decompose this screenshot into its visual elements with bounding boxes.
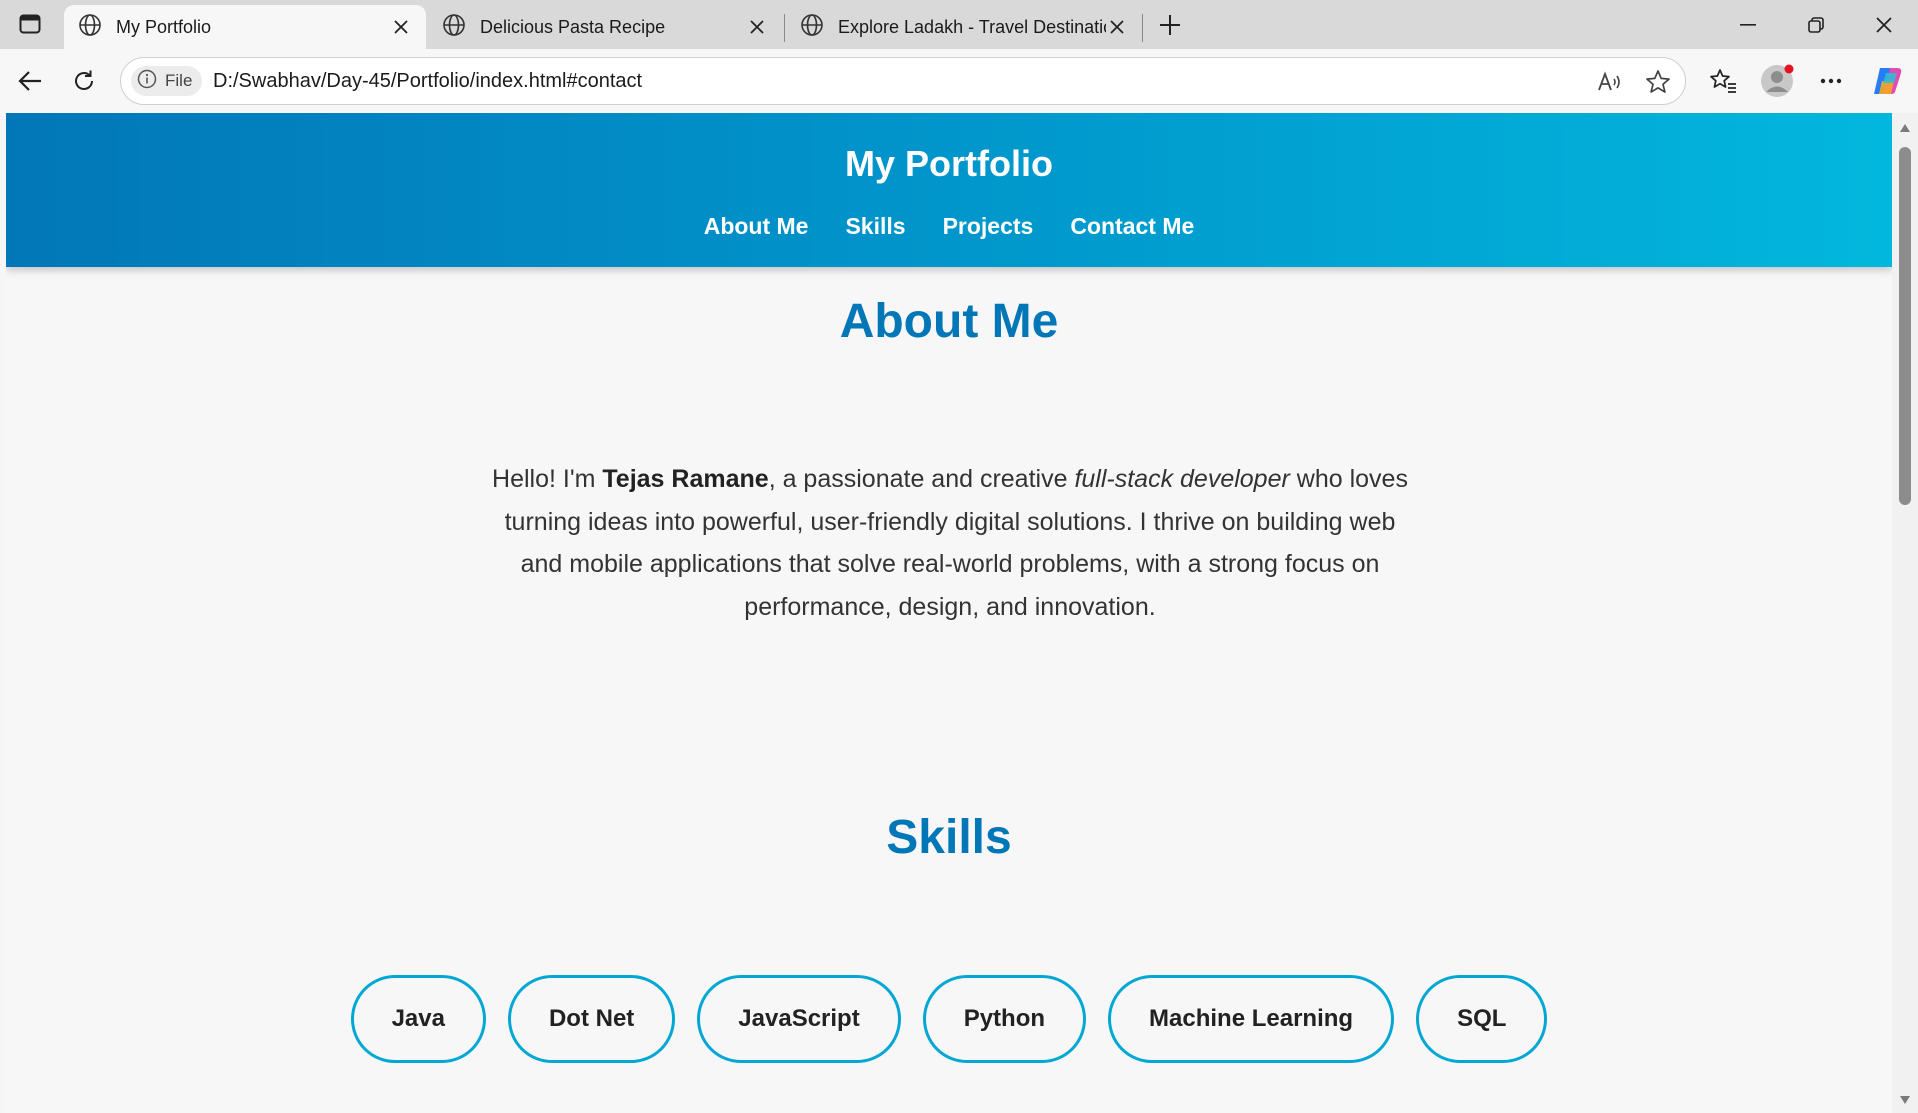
scroll-thumb[interactable] <box>1899 147 1911 505</box>
minimize-icon[interactable] <box>1728 10 1768 40</box>
profile-avatar[interactable] <box>1757 61 1797 101</box>
site-title: My Portfolio <box>845 143 1053 184</box>
refresh-icon[interactable] <box>66 63 102 99</box>
page-viewport: My Portfolio About Me Skills Projects Co… <box>6 113 1892 1113</box>
skill-pill: Java <box>350 975 486 1063</box>
about-intro: Hello! I'm <box>492 465 603 493</box>
page-scrollbar[interactable] <box>1892 113 1918 1113</box>
tab-explore-ladakh[interactable]: Explore Ladakh - Travel Destinatio <box>786 5 1142 49</box>
close-window-icon[interactable] <box>1864 10 1904 40</box>
nav-link-contact[interactable]: Contact Me <box>1070 213 1194 240</box>
skill-pill: JavaScript <box>697 975 901 1063</box>
skills-heading: Skills <box>886 811 1012 864</box>
tab-title: Delicious Pasta Recipe <box>480 16 666 37</box>
tab-actions-icon[interactable] <box>14 11 46 37</box>
skill-pill: Python <box>922 975 1087 1063</box>
close-icon[interactable] <box>390 16 412 38</box>
copilot-icon[interactable] <box>1867 61 1907 101</box>
nav-link-skills[interactable]: Skills <box>845 213 905 240</box>
globe-icon <box>442 13 466 42</box>
favorite-star-icon[interactable] <box>1643 68 1673 96</box>
tab-pasta-recipe[interactable]: Delicious Pasta Recipe <box>428 5 782 49</box>
skill-pill: Machine Learning <box>1108 975 1395 1063</box>
new-tab-icon[interactable] <box>1155 10 1185 40</box>
close-icon[interactable] <box>1106 16 1128 38</box>
skill-pill: SQL <box>1416 975 1548 1063</box>
tab-title: Explore Ladakh - Travel Destinatio <box>838 16 1106 37</box>
about-paragraph: Hello! I'm Tejas Ramane, a passionate an… <box>490 458 1410 628</box>
tab-my-portfolio[interactable]: My Portfolio <box>64 5 426 49</box>
tab-title: My Portfolio <box>116 16 212 37</box>
back-arrow-icon[interactable] <box>12 63 48 99</box>
about-name: Tejas Ramane <box>602 465 769 493</box>
close-icon[interactable] <box>746 16 768 38</box>
skills-list: Java Dot Net JavaScript Python Machine L… <box>6 975 1892 1063</box>
globe-icon <box>78 13 102 42</box>
globe-icon <box>800 13 824 42</box>
scroll-up-arrow-icon[interactable] <box>1898 121 1912 135</box>
browser-toolbar: File D:/Swabhav/Day-45/Portfolio/index.h… <box>0 49 1918 113</box>
site-info-chip[interactable]: File <box>131 66 203 96</box>
favorites-icon[interactable] <box>1703 61 1743 101</box>
tab-separator <box>1142 14 1143 42</box>
site-nav: About Me Skills Projects Contact Me <box>6 213 1892 240</box>
url-text[interactable]: D:/Swabhav/Day-45/Portfolio/index.html#c… <box>213 70 642 93</box>
restore-icon[interactable] <box>1796 10 1836 40</box>
info-icon <box>137 69 157 94</box>
read-aloud-icon[interactable] <box>1595 68 1625 96</box>
about-mid: , a passionate and creative <box>768 465 1075 493</box>
security-label: File <box>165 71 193 90</box>
scroll-down-arrow-icon[interactable] <box>1898 1093 1912 1107</box>
more-options-icon[interactable] <box>1811 61 1851 101</box>
address-bar[interactable]: File D:/Swabhav/Day-45/Portfolio/index.h… <box>120 57 1686 105</box>
site-header: My Portfolio About Me Skills Projects Co… <box>6 113 1892 267</box>
nav-link-about[interactable]: About Me <box>704 213 809 240</box>
tab-separator <box>784 14 785 42</box>
about-heading: About Me <box>839 295 1059 348</box>
skill-pill: Dot Net <box>507 975 676 1063</box>
nav-link-projects[interactable]: Projects <box>943 213 1034 240</box>
about-role: full-stack developer <box>1074 465 1290 493</box>
tab-strip: My Portfolio Delicious Pasta Recipe Expl… <box>0 0 1918 49</box>
